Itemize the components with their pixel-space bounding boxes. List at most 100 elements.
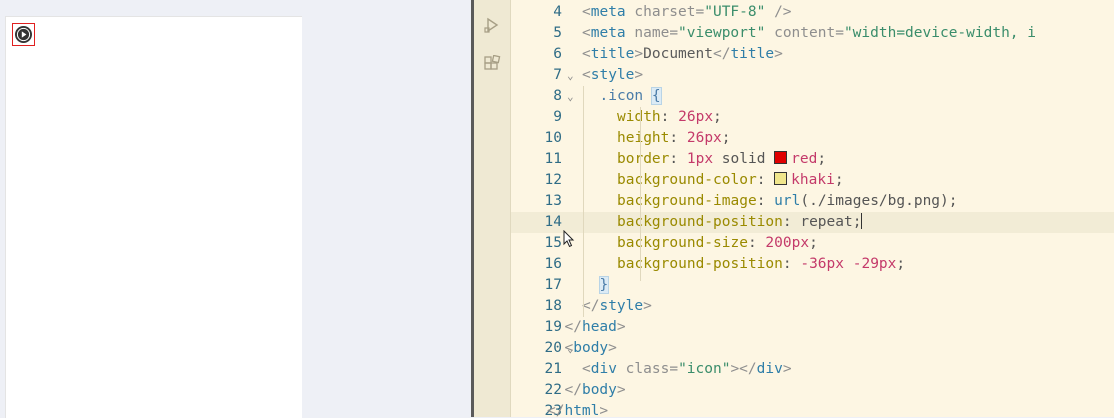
line-number[interactable]: 7 [511, 65, 562, 86]
code-text[interactable]: background-position: -36px -29px; [617, 254, 905, 275]
code-token: body [581, 382, 617, 398]
code-line[interactable]: 10 height: 26px; [511, 128, 1114, 149]
code-token: < [582, 25, 591, 41]
code-token: > [608, 340, 617, 356]
code-text[interactable]: background-color: khaki; [617, 170, 844, 191]
code-token: "viewport" [678, 25, 766, 41]
code-line[interactable]: 19 </head> [511, 317, 1114, 338]
code-line[interactable]: 20 ⌄ <body> [511, 338, 1114, 359]
code-text[interactable]: .icon { [600, 86, 662, 107]
code-line[interactable]: 22 </body> [511, 380, 1114, 401]
code-token: title [590, 46, 635, 62]
code-text[interactable]: </style> [582, 296, 652, 317]
code-line[interactable]: 23 </html> [511, 401, 1114, 417]
line-number[interactable]: 11 [511, 149, 562, 170]
line-number[interactable]: 12 [511, 170, 562, 191]
code-token: : [747, 235, 766, 251]
code-text[interactable]: </html> [547, 401, 608, 417]
code-token: width [617, 109, 661, 125]
fold-chevron-icon[interactable]: ⌄ [567, 65, 574, 86]
code-text[interactable]: background-position: repeat; [617, 212, 863, 233]
code-line[interactable]: 21 <div class="icon"></div> [511, 359, 1114, 380]
line-number[interactable]: 13 [511, 191, 562, 212]
code-editor[interactable]: 4 <meta charset="UTF-8" /> 5 <meta name="vi… [511, 0, 1114, 417]
code-line[interactable]: 15 background-size: 200px; [511, 233, 1114, 254]
code-text[interactable]: height: 26px; [617, 128, 731, 149]
line-number[interactable]: 16 [511, 254, 562, 275]
code-token: > [774, 46, 783, 62]
color-swatch-icon[interactable] [774, 172, 788, 185]
fold-chevron-icon[interactable]: ⌄ [567, 86, 574, 107]
code-text[interactable]: border: 1px solid red; [617, 149, 826, 170]
code-line[interactable]: 13 background-image: url(./images/bg.png)… [511, 191, 1114, 212]
code-token: style [599, 298, 644, 314]
code-text[interactable]: <body> [565, 338, 617, 359]
code-text[interactable]: background-image: url(./images/bg.png); [617, 191, 958, 212]
code-line[interactable]: 11 border: 1px solid red; [511, 149, 1114, 170]
line-number[interactable]: 19 [511, 317, 562, 338]
line-number[interactable]: 10 [511, 128, 562, 149]
run-icon[interactable] [483, 16, 501, 34]
code-token: charset [634, 4, 696, 20]
code-text[interactable]: <style> [582, 65, 643, 86]
code-token: { [650, 87, 662, 105]
code-line[interactable]: 9 width: 26px; [511, 107, 1114, 128]
code-line[interactable]: 5 <meta name="viewport" content="width=de… [511, 23, 1114, 44]
line-number[interactable]: 9 [511, 107, 562, 128]
code-token: Document [643, 46, 713, 62]
code-line[interactable]: 4 <meta charset="UTF-8" /> [511, 2, 1114, 23]
code-token: < [582, 67, 591, 83]
line-number[interactable]: 22 [511, 380, 562, 401]
line-number[interactable]: 18 [511, 296, 562, 317]
line-number[interactable]: 14 [511, 212, 562, 233]
code-token: background-color [617, 172, 757, 188]
code-token: < [564, 340, 574, 356]
code-line[interactable]: 12 background-color: khaki; [511, 170, 1114, 191]
line-number[interactable]: 4 [511, 2, 562, 23]
code-token: khaki [791, 172, 835, 188]
code-line[interactable]: 8 ⌄ .icon { [511, 86, 1114, 107]
code-text[interactable]: } [598, 275, 610, 296]
line-number[interactable]: 8 [511, 86, 562, 107]
code-token: class [625, 361, 670, 377]
code-line[interactable]: 6 <title>Document</title> [511, 44, 1114, 65]
browser-preview-pane [0, 0, 471, 418]
line-number[interactable]: 5 [511, 23, 562, 44]
code-text[interactable]: <meta name="viewport" content="width=dev… [582, 23, 1036, 44]
code-token: } [598, 276, 610, 294]
code-line[interactable]: 14 background-position: repeat; [511, 212, 1114, 233]
code-line[interactable]: 7 ⌄ <style> [511, 65, 1114, 86]
code-token: 200px [765, 235, 810, 251]
code-line[interactable]: 18 </style> [511, 296, 1114, 317]
code-text[interactable]: </body> [565, 380, 626, 401]
line-number[interactable]: 15 [511, 233, 562, 254]
code-token: : [756, 172, 775, 188]
line-number[interactable]: 6 [511, 44, 562, 65]
code-token: body [573, 340, 609, 356]
code-token: ; [721, 130, 731, 146]
code-token: name [634, 25, 670, 41]
code-text[interactable]: background-size: 200px; [617, 233, 818, 254]
code-text[interactable]: width: 26px; [617, 107, 722, 128]
line-number[interactable]: 21 [511, 359, 562, 380]
color-swatch-icon[interactable] [774, 151, 788, 164]
extensions-icon[interactable] [483, 55, 501, 73]
code-token: style [590, 67, 635, 83]
code-token: div [590, 361, 617, 377]
preview-page [5, 16, 302, 418]
code-token: 26px [678, 109, 714, 125]
line-number[interactable]: 17 [511, 275, 562, 296]
code-token: </ [547, 403, 565, 417]
code-text[interactable]: <meta charset="UTF-8" /> [582, 2, 792, 23]
code-text[interactable]: <div class="icon"></div> [582, 359, 792, 380]
line-number[interactable]: 20 [511, 338, 562, 359]
code-line[interactable]: 17} [511, 275, 1114, 296]
code-text[interactable]: </head> [565, 317, 626, 338]
code-line[interactable]: 16 background-position: -36px -29px; [511, 254, 1114, 275]
code-token: </ [564, 319, 582, 335]
code-token: meta [590, 4, 626, 20]
code-text[interactable]: <title>Document</title> [582, 44, 783, 65]
code-token: : [782, 256, 801, 272]
